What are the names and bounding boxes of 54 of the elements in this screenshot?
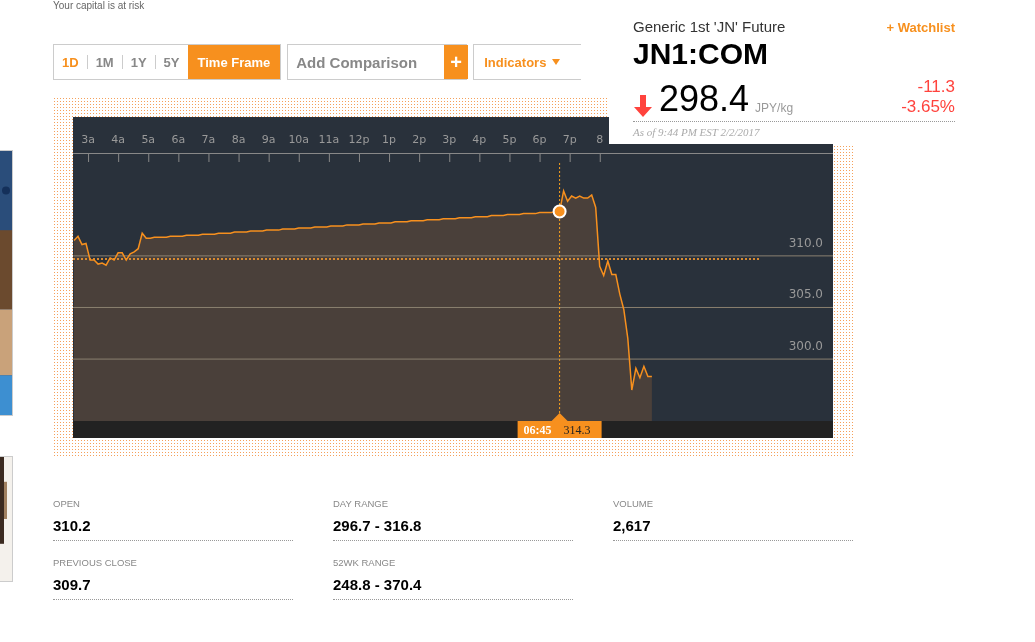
price: 298.4	[659, 81, 750, 117]
axis-label: 300.0	[788, 339, 823, 354]
stat-label: 52WK RANGE	[333, 557, 397, 568]
axis-label: 4p	[472, 133, 487, 146]
axis-label: 3a	[81, 133, 95, 146]
axis-label: 4a	[111, 133, 126, 146]
axis-label: 310.0	[788, 235, 823, 250]
axis-label: 2p	[412, 133, 427, 146]
stat-label: PREVIOUS CLOSE	[53, 557, 138, 568]
hover-point	[552, 204, 567, 219]
stat-value: 310.2	[53, 517, 92, 534]
axis-label: 12p	[348, 133, 370, 146]
stat-value: 309.7	[53, 576, 92, 593]
stat-value: 296.7 - 316.8	[333, 517, 423, 534]
tooltip-time: 06:45	[523, 423, 552, 437]
price-unit: JPY/kg	[755, 101, 794, 115]
stat-label: OPEN	[53, 498, 81, 509]
period-tab[interactable]: 1Y	[122, 45, 155, 79]
axis-label: 7a	[201, 133, 216, 146]
stat-label: VOLUME	[613, 498, 655, 509]
period-tab[interactable]: 5Y	[155, 45, 188, 79]
axis-label: 9a	[261, 133, 276, 146]
caret-icon	[552, 59, 561, 65]
period-tab[interactable]: 1D	[54, 45, 87, 79]
add-button[interactable]: +	[444, 45, 468, 79]
watchlist-link[interactable]: + Watchlist	[886, 20, 955, 35]
axis-label: 8a	[231, 133, 246, 146]
axis-label: 305.0	[788, 287, 823, 302]
price-change: -11.3	[917, 77, 955, 97]
axis-label: 6p	[532, 133, 547, 146]
axis-label: 10a	[288, 133, 310, 146]
comparison-field[interactable]: Add Comparison +	[287, 44, 468, 80]
axis-label: 8	[596, 133, 604, 146]
stat-value: 2,617	[613, 517, 652, 534]
scroll-bar[interactable]	[73, 421, 833, 438]
indicators-dropdown[interactable]: Indicators	[473, 44, 582, 80]
axis-label: 5p	[502, 133, 517, 146]
disclaimer: Your capital is at risk	[53, 0, 146, 10]
tooltip-value: 314.3	[563, 423, 591, 437]
axis-label: 5a	[141, 133, 156, 146]
stat-label: DAY RANGE	[333, 498, 390, 509]
period-tab[interactable]: 1M	[87, 45, 122, 79]
stat-value: 248.8 - 370.4	[333, 576, 423, 593]
axis-label: 1p	[382, 133, 397, 146]
axis-label: 7p	[562, 133, 577, 146]
axis-label: 11a	[318, 133, 340, 146]
down-arrow-icon	[633, 95, 653, 117]
axis-label: 6a	[171, 133, 186, 146]
axis-label: 3p	[442, 133, 457, 146]
ticker-symbol: JN1:COM	[633, 37, 769, 71]
timestamp: As of 9:44 PM EST 2/2/2017	[633, 126, 761, 138]
time-frame-button[interactable]: Time Frame	[187, 45, 281, 79]
percent-change: -3.65%	[901, 97, 955, 117]
instrument-name: Generic 1st 'JN' Future	[633, 18, 786, 35]
